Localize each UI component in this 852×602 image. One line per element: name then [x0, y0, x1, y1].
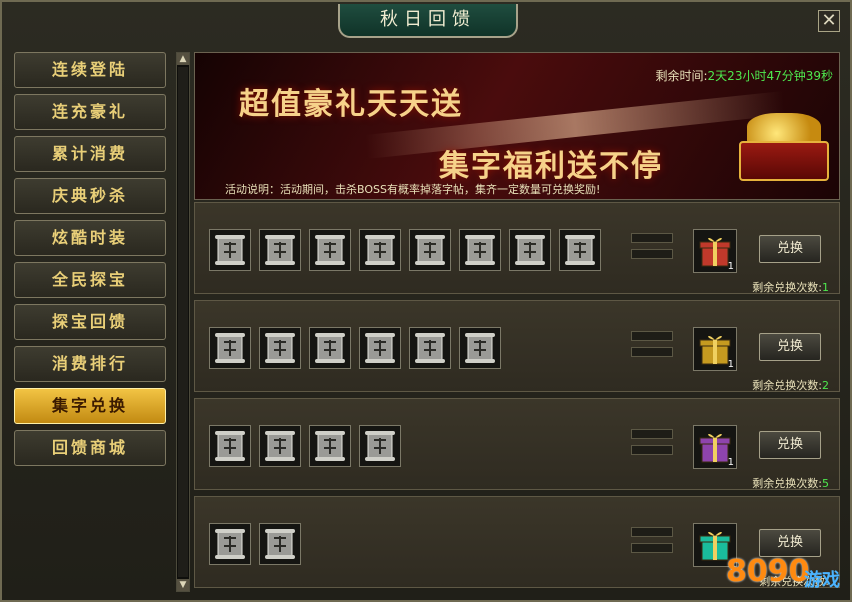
close-icon: ✕ — [821, 10, 837, 31]
sidebar-item-reward-shop[interactable]: 回馈商城 — [14, 430, 166, 466]
arrow-indicator — [631, 429, 673, 461]
word-scroll-item-icon[interactable] — [459, 327, 501, 369]
remaining-exchanges-label: 剩余兑换次数: — [752, 477, 822, 490]
countdown-value: 2天23小时47分钟39秒 — [707, 69, 833, 83]
countdown-label: 剩余时间: — [655, 69, 708, 83]
sidebar-item-treasure-rewards[interactable]: 探宝回馈 — [14, 304, 166, 340]
word-scroll-item-icon[interactable] — [259, 327, 301, 369]
close-button[interactable]: ✕ — [818, 10, 840, 32]
event-banner: 超值豪礼天天送 集字福利送不停 剩余时间:2天23小时47分钟39秒 活动说明：… — [194, 52, 840, 200]
exchange-button[interactable]: 兑换 — [759, 333, 821, 361]
sidebar-item-flash-sale[interactable]: 庆典秒杀 — [14, 178, 166, 214]
gift-count: 1 — [727, 457, 734, 468]
arrow-indicator — [631, 331, 673, 363]
remaining-exchanges-value: 1 — [822, 281, 829, 294]
word-scroll-item-icon[interactable] — [209, 327, 251, 369]
scroll-down-arrow-icon[interactable]: ▼ — [177, 579, 189, 591]
scroll-track[interactable] — [178, 67, 188, 577]
gift-box-icon[interactable]: 1 — [693, 425, 737, 469]
word-scroll-item-icon[interactable] — [309, 425, 351, 467]
remaining-exchanges-label: 剩余兑换次数: — [752, 281, 822, 294]
treasure-chest-icon — [739, 109, 829, 181]
word-scroll-item-icon[interactable] — [259, 425, 301, 467]
exchange-button[interactable]: 兑换 — [759, 431, 821, 459]
gift-box-icon[interactable]: 1 — [693, 327, 737, 371]
exchange-row: 1 兑换 剩余兑换次数:1 — [194, 202, 840, 294]
window-title: 秋日回馈 — [338, 4, 518, 38]
word-scroll-item-icon[interactable] — [359, 229, 401, 271]
content-panel: ▲ ▼ 超值豪礼天天送 集字福利送不停 剩余时间:2天23小时47分钟39秒 活… — [174, 48, 842, 596]
word-scroll-item-icon[interactable] — [209, 523, 251, 565]
word-scroll-item-icon[interactable] — [509, 229, 551, 271]
remaining-exchanges: 剩余兑换次数:1 — [752, 279, 829, 295]
gift-box-icon[interactable]: 1 — [693, 229, 737, 273]
remaining-exchanges-value: 5 — [822, 477, 829, 490]
word-scroll-item-icon[interactable] — [259, 229, 301, 271]
arrow-indicator — [631, 527, 673, 559]
sidebar-item-continuous-login[interactable]: 连续登陆 — [14, 52, 166, 88]
word-scroll-item-icon[interactable] — [409, 229, 451, 271]
gift-count: 1 — [727, 261, 734, 272]
watermark-text: 游戏 — [804, 570, 840, 591]
sidebar-item-cumulative-spend[interactable]: 累计消费 — [14, 136, 166, 172]
word-scroll-item-icon[interactable] — [259, 523, 301, 565]
word-scroll-item-icon[interactable] — [209, 229, 251, 271]
event-description: 活动说明：活动期间，击杀BOSS有概率掉落字帖，集齐一定数量可兑换奖励! — [225, 183, 601, 196]
sidebar-item-treasure-hunt[interactable]: 全民探宝 — [14, 262, 166, 298]
exchange-row: 1 兑换剩余兑换次数:2 — [194, 300, 840, 392]
word-scroll-item-icon[interactable] — [359, 327, 401, 369]
sidebar-item-word-exchange[interactable]: 集字兑换 — [14, 388, 166, 424]
word-scroll-item-icon[interactable] — [409, 327, 451, 369]
event-window: 秋日回馈 ✕ 连续登陆 连充豪礼 累计消费 庆典秒杀 炫酷时装 全民探宝 探宝回… — [0, 0, 852, 602]
scroll-up-arrow-icon[interactable]: ▲ — [177, 53, 189, 65]
banner-slogan-primary: 超值豪礼天天送 — [239, 87, 463, 122]
remaining-exchanges: 剩余兑换次数:5 — [752, 475, 829, 491]
word-scroll-item-icon[interactable] — [459, 229, 501, 271]
word-scroll-item-icon[interactable] — [209, 425, 251, 467]
scrollbar[interactable]: ▲ ▼ — [176, 52, 190, 592]
sidebar-item-fashion[interactable]: 炫酷时装 — [14, 220, 166, 256]
word-scroll-item-icon[interactable] — [359, 425, 401, 467]
remaining-exchanges-label: 剩余兑换次数: — [752, 379, 822, 392]
word-scroll-item-icon[interactable] — [309, 327, 351, 369]
exchange-button[interactable]: 兑换 — [759, 235, 821, 263]
gift-count: 1 — [727, 359, 734, 370]
remaining-exchanges: 剩余兑换次数:2 — [752, 377, 829, 393]
sidebar-item-recharge-gifts[interactable]: 连充豪礼 — [14, 94, 166, 130]
remaining-exchanges-value: 2 — [822, 379, 829, 392]
site-watermark-logo: 8090 游戏 — [726, 552, 844, 596]
sidebar: 连续登陆 连充豪礼 累计消费 庆典秒杀 炫酷时装 全民探宝 探宝回馈 消费排行 … — [10, 48, 170, 596]
exchange-row: 1 兑换剩余兑换次数:5 — [194, 398, 840, 490]
watermark-number: 8090 — [726, 554, 810, 589]
word-scroll-item-icon[interactable] — [559, 229, 601, 271]
arrow-indicator — [631, 233, 673, 265]
sidebar-item-spend-ranking[interactable]: 消费排行 — [14, 346, 166, 382]
countdown: 剩余时间:2天23小时47分钟39秒 — [656, 67, 834, 84]
banner-slogan-secondary: 集字福利送不停 — [439, 149, 663, 184]
word-scroll-item-icon[interactable] — [309, 229, 351, 271]
